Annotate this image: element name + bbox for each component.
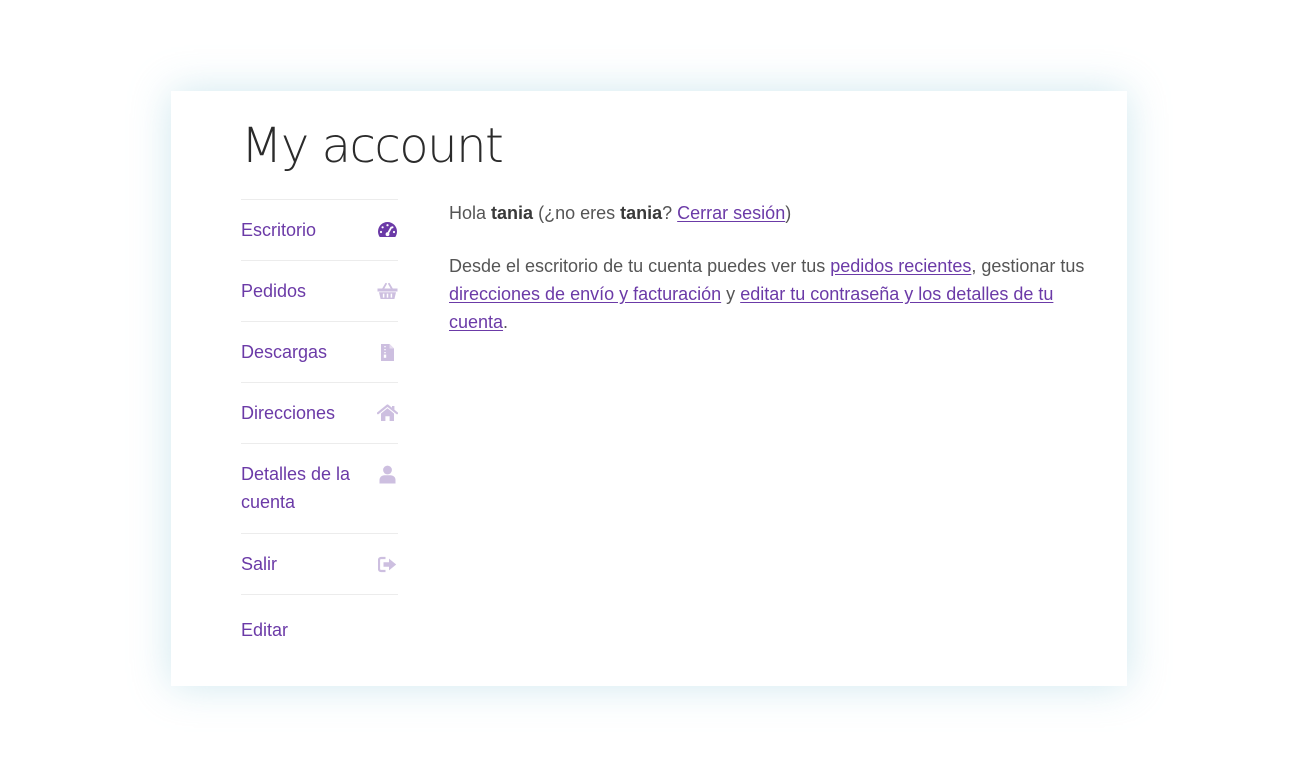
nav-item-label: Direcciones [241, 403, 336, 423]
account-navigation: Escritorio Pedidos Descargas Direcciones… [241, 199, 398, 595]
dashboard-content: Hola tania (¿no eres tania? Cerrar sesió… [449, 199, 1089, 336]
nav-item-direcciones[interactable]: Direcciones [241, 383, 398, 444]
nav-item-escritorio[interactable]: Escritorio [241, 200, 398, 261]
nav-item-pedidos[interactable]: Pedidos [241, 261, 398, 322]
nav-item-label: Escritorio [241, 220, 317, 240]
question-mark: ? [662, 203, 673, 223]
sign-out-icon [376, 553, 398, 575]
nav-item-descargas[interactable]: Descargas [241, 322, 398, 383]
user-icon [376, 463, 398, 485]
nav-item-detalles-cuenta[interactable]: Detalles de la cuenta [241, 444, 398, 534]
greeting-hello: Hola [449, 203, 487, 223]
username-repeat: tania [620, 203, 663, 223]
dashboard-period: . [503, 312, 509, 332]
dashboard-and-text: y [726, 284, 736, 304]
home-icon [376, 402, 398, 424]
dashboard-intro: Desde el escritorio de tu cuenta puedes … [449, 256, 826, 276]
dashboard-icon [376, 219, 398, 241]
account-card: My account Escritorio Pedidos Descargas … [171, 91, 1127, 686]
edit-link[interactable]: Editar [241, 617, 288, 643]
nav-item-label: Descargas [241, 342, 328, 362]
page-title: My account [241, 118, 504, 174]
not-you-text: (¿no eres [538, 203, 616, 223]
dashboard-description: Desde el escritorio de tu cuenta puedes … [449, 252, 1089, 336]
logout-link[interactable]: Cerrar sesión [677, 203, 785, 223]
nav-item-label: Salir [241, 554, 278, 574]
file-icon [376, 341, 398, 363]
basket-icon [376, 280, 398, 302]
recent-orders-link[interactable]: pedidos recientes [830, 256, 971, 276]
greeting-paragraph: Hola tania (¿no eres tania? Cerrar sesió… [449, 199, 1089, 227]
nav-item-label: Detalles de la cuenta [241, 464, 351, 512]
close-paren: ) [785, 203, 792, 223]
username: tania [491, 203, 534, 223]
dashboard-manage-text: , gestionar tus [971, 256, 1085, 276]
nav-item-label: Pedidos [241, 281, 307, 301]
nav-item-salir[interactable]: Salir [241, 534, 398, 595]
addresses-link[interactable]: direcciones de envío y facturación [449, 284, 721, 304]
